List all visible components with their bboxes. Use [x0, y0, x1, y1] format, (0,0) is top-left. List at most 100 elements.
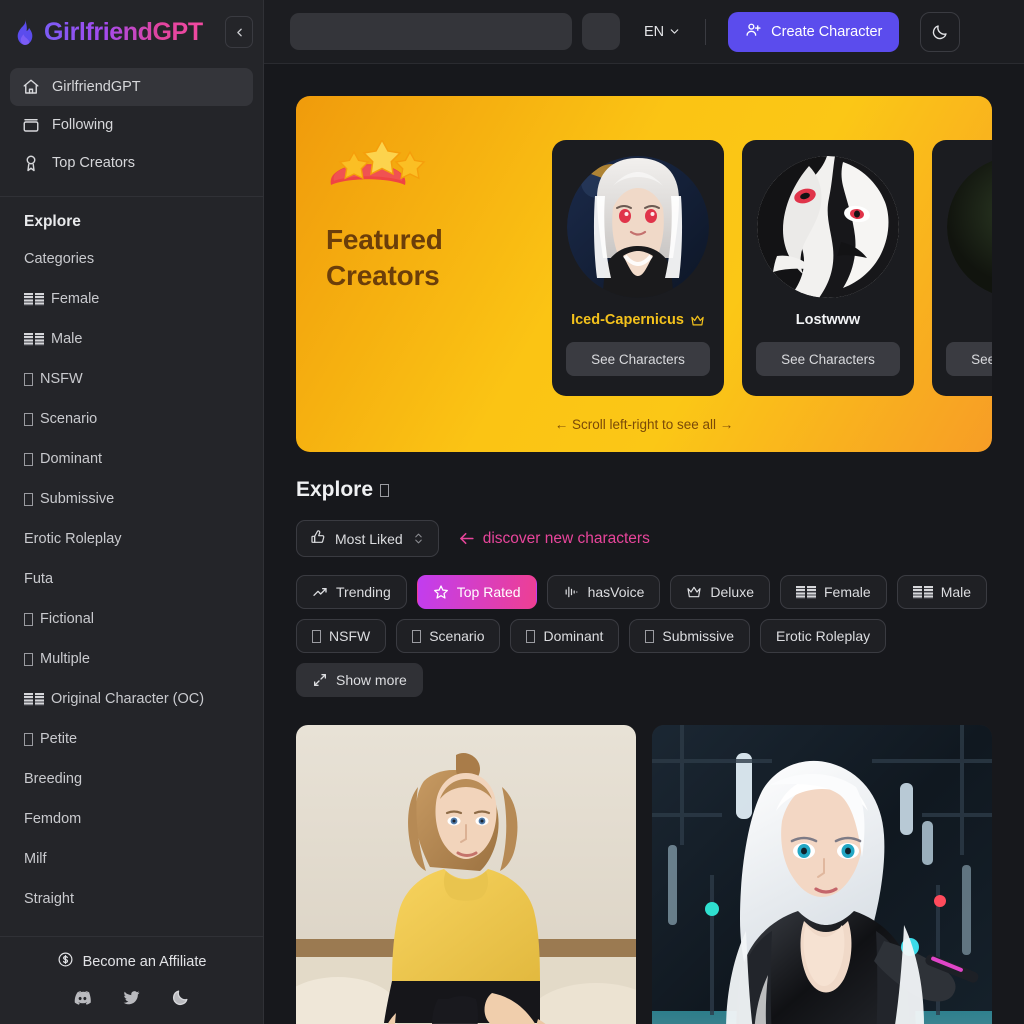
explore-section-title: Explore [296, 478, 992, 502]
see-characters-button[interactable]: See Characters [756, 342, 900, 376]
sidebar-item-breeding[interactable]: Breeding [0, 759, 263, 799]
crown-stars-icon [326, 138, 438, 202]
see-characters-button[interactable]: See Characters [566, 342, 710, 376]
chip-female[interactable]: Female [780, 575, 887, 609]
sidebar-item-top-creators[interactable]: Top Creators [10, 144, 253, 182]
trending-up-icon [313, 588, 327, 596]
sidebar-item-dominant[interactable]: Dominant [0, 439, 263, 479]
creator-name: Iced-Capernicus [571, 312, 705, 328]
chip-label: Female [824, 584, 871, 600]
sidebar-item-straight[interactable]: Straight [0, 879, 263, 919]
sidebar-item-following[interactable]: Following [10, 106, 253, 144]
category-label: Dominant [40, 451, 103, 467]
sidebar-item-girlfriendgpt[interactable]: GirlfriendGPT [10, 68, 253, 106]
banner-left: Featured Creators [296, 96, 552, 452]
category-label: Straight [24, 891, 74, 907]
sort-select[interactable]: Most Liked [296, 520, 439, 557]
sidebar-category-list: Categories Female Male NSFW Scenario Dom… [0, 239, 263, 927]
category-label: Femdom [24, 811, 82, 827]
missing-glyph-icon [645, 629, 655, 643]
chip-scenario[interactable]: Scenario [396, 619, 501, 653]
language-value: EN [644, 23, 665, 40]
missing-glyph-icon [312, 629, 321, 643]
chip-label: NSFW [329, 628, 371, 644]
category-label: Milf [24, 851, 47, 867]
featured-creators-title: Featured Creators [326, 222, 552, 295]
flame-logo-icon [14, 19, 36, 45]
twitter-icon[interactable] [122, 988, 141, 1012]
chip-hasvoice[interactable]: hasVoice [546, 575, 661, 609]
sidebar-item-petite[interactable]: Petite [0, 719, 263, 759]
category-label: Categories [24, 251, 95, 267]
chip-label: Dominant [543, 628, 604, 644]
chip-label: Submissive [662, 628, 734, 644]
language-selector[interactable]: EN [644, 24, 681, 40]
creator-card[interactable]: Ga See Characters [932, 140, 992, 396]
category-label: Erotic Roleplay [24, 531, 122, 547]
category-label: Submissive [40, 491, 115, 507]
crown-icon [691, 315, 704, 325]
sidebar-item-scenario[interactable]: Scenario [0, 399, 263, 439]
category-label: Scenario [40, 411, 98, 427]
sidebar-item-categories[interactable]: Categories [0, 239, 263, 279]
creator-cards-row[interactable]: Iced-Capernicus See Characters Lostwww S… [552, 96, 992, 452]
create-character-button[interactable]: Create Character [728, 11, 900, 52]
sidebar-item-original-character[interactable]: Original Character (OC) [0, 679, 263, 719]
chip-label: Erotic Roleplay [776, 628, 871, 644]
sidebar-item-submissive[interactable]: Submissive [0, 479, 263, 519]
missing-glyph-icon [412, 629, 422, 643]
category-label: Breeding [24, 771, 83, 787]
avatar [947, 156, 992, 298]
moon-icon[interactable] [171, 988, 190, 1012]
creator-name-text: Lostwww [795, 312, 861, 328]
sidebar: GirlfriendGPT GirlfriendGPT Following To… [0, 0, 264, 1024]
sidebar-item-futa[interactable]: Futa [0, 559, 263, 599]
chip-deluxe[interactable]: Deluxe [670, 575, 770, 609]
discord-icon[interactable] [73, 988, 92, 1012]
missing-glyph-icon [526, 629, 536, 643]
sidebar-item-erotic-roleplay[interactable]: Erotic Roleplay [0, 519, 263, 559]
social-links [0, 988, 263, 1012]
missing-glyph-icon [24, 652, 33, 666]
bars-icon [912, 585, 933, 599]
character-card[interactable]: 1165 [652, 725, 992, 1024]
chip-erotic-roleplay[interactable]: Erotic Roleplay [760, 619, 887, 653]
chip-label: Scenario [429, 628, 485, 644]
chip-label: Trending [336, 584, 391, 600]
chip-label: hasVoice [587, 584, 645, 600]
bars-icon [24, 332, 44, 346]
chip-nsfw[interactable]: NSFW [296, 619, 387, 653]
chip-label: Top Rated [456, 584, 521, 600]
chip-trending[interactable]: Trending [296, 575, 407, 609]
topbar-divider [705, 18, 707, 45]
sidebar-item-fictional[interactable]: Fictional [0, 599, 263, 639]
sidebar-item-nsfw[interactable]: NSFW [0, 359, 263, 399]
chip-top-rated[interactable]: Top Rated [416, 575, 537, 609]
chip-show-more[interactable]: Show more [296, 663, 423, 697]
missing-glyph-icon [24, 612, 33, 626]
see-characters-button[interactable]: See Characters [946, 342, 992, 376]
character-card[interactable]: 1719 [296, 725, 636, 1024]
search-filter-button[interactable] [582, 13, 620, 50]
sidebar-explore-heading: Explore [24, 213, 81, 230]
creator-card[interactable]: Lostwww See Characters [742, 140, 914, 396]
sidebar-item-milf[interactable]: Milf [0, 839, 263, 879]
chip-submissive[interactable]: Submissive [629, 619, 750, 653]
sidebar-item-female[interactable]: Female [0, 279, 263, 319]
sidebar-item-label: Following [52, 117, 114, 133]
creator-card[interactable]: Iced-Capernicus See Characters [552, 140, 724, 396]
bars-icon [24, 692, 44, 706]
sidebar-header: GirlfriendGPT [0, 0, 263, 64]
creator-name-text: Iced-Capernicus [571, 312, 684, 328]
avatar [757, 156, 899, 298]
sidebar-item-male[interactable]: Male [0, 319, 263, 359]
sidebar-item-multiple[interactable]: Multiple [0, 639, 263, 679]
sidebar-item-femdom[interactable]: Femdom [0, 799, 263, 839]
search-input[interactable] [290, 13, 572, 50]
arrow-left-icon [459, 532, 474, 545]
become-affiliate-link[interactable]: Become an Affiliate [0, 951, 263, 988]
chip-dominant[interactable]: Dominant [510, 619, 620, 653]
sidebar-collapse-button[interactable] [225, 16, 253, 48]
theme-toggle-button[interactable] [920, 11, 961, 52]
chip-male[interactable]: Male [896, 575, 988, 609]
